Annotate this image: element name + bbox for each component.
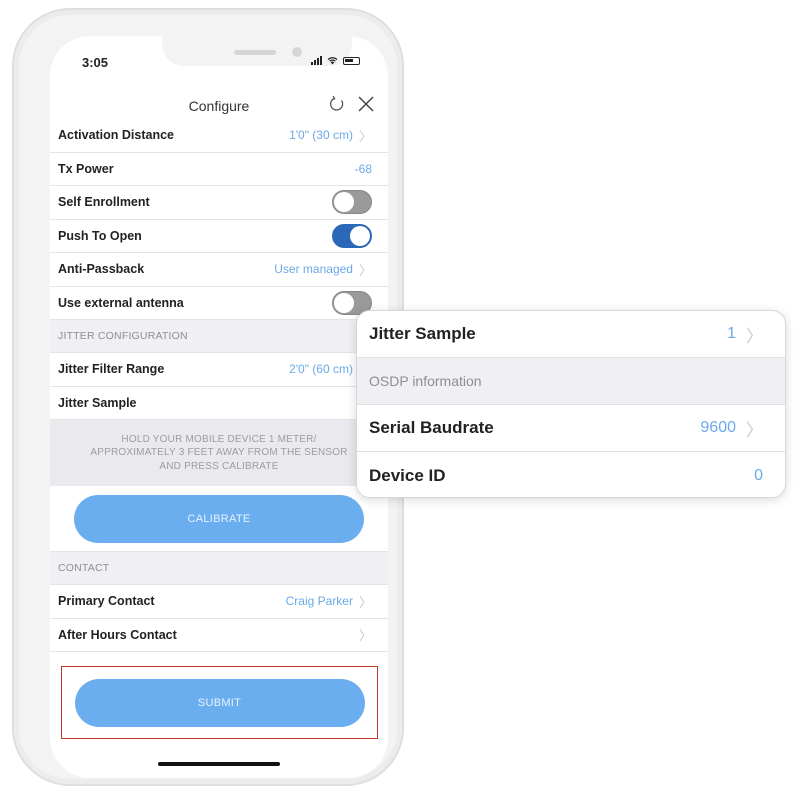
wifi-icon [327, 57, 338, 65]
external-antenna-row: Use external antenna [50, 286, 388, 320]
push-to-open-toggle[interactable] [332, 223, 372, 248]
speaker-grille [234, 50, 276, 55]
row-value: -68 [354, 161, 372, 176]
status-time: 3:05 [82, 55, 109, 70]
row-value: Craig Parker [285, 594, 353, 609]
refresh-button[interactable] [325, 92, 349, 116]
row-label: Jitter Sample [58, 395, 137, 410]
callout-label: Serial Baudrate [369, 418, 494, 437]
calibrate-instruction: HOLD YOUR MOBILE DEVICE 1 METER/ APPROXI… [50, 420, 388, 486]
row-value: 1'0" (30 cm) [289, 128, 353, 143]
submit-highlight: SUBMIT [61, 666, 378, 739]
settings-list: Activation Distance 1'0" (30 cm) 〉 Tx Pow… [50, 119, 388, 652]
chevron-right-icon: 〉 [358, 594, 372, 610]
row-label: Use external antenna [58, 295, 184, 310]
callout-value: 0 [754, 466, 763, 484]
callout-label: Jitter Sample [369, 324, 476, 343]
anti-passback-row[interactable]: Anti-Passback User managed 〉 [50, 253, 388, 287]
jitter-section-header: JITTER CONFIGURATION [50, 320, 388, 353]
close-button[interactable] [354, 92, 378, 116]
tx-power-row[interactable]: Tx Power -68 [50, 152, 388, 186]
row-label: Jitter Filter Range [58, 362, 165, 377]
home-indicator[interactable] [158, 762, 280, 766]
chevron-right-icon: 〉 [746, 326, 763, 346]
battery-icon [343, 57, 360, 65]
osdp-section-header: OSDP information [357, 358, 785, 405]
row-label: Tx Power [58, 161, 114, 176]
row-label: Push To Open [58, 228, 142, 243]
callout-label: Device ID [369, 465, 446, 485]
row-value: User managed [274, 262, 353, 277]
chevron-right-icon: 〉 [358, 128, 372, 144]
status-icons [311, 56, 360, 65]
push-to-open-row: Push To Open [50, 219, 388, 253]
phone-frame: 3:05 Configure Activation Distance 1'0" … [12, 8, 404, 786]
zoom-callout: Jitter Sample 1 〉 OSDP information Serial… [356, 310, 786, 498]
activation-distance-row[interactable]: Activation Distance 1'0" (30 cm) 〉 [50, 119, 388, 153]
device-id-row[interactable]: Device ID 0 [357, 452, 785, 497]
row-label: After Hours Contact [58, 627, 177, 642]
row-label: Activation Distance [58, 128, 175, 143]
contact-section-header: CONTACT [50, 552, 388, 585]
chevron-right-icon: 〉 [358, 628, 372, 644]
signal-icon [311, 56, 322, 65]
calibrate-container: CALIBRATE [50, 486, 388, 552]
callout-value: 9600 [700, 419, 736, 436]
front-camera [292, 47, 302, 57]
row-label: Self Enrollment [58, 195, 150, 210]
chevron-right-icon: 〉 [358, 262, 372, 278]
close-icon [358, 96, 374, 112]
callout-value: 1 [727, 325, 736, 342]
after-hours-contact-row[interactable]: After Hours Contact 〉 [50, 618, 388, 652]
row-value: 2'0" (60 cm) [289, 362, 353, 377]
chevron-right-icon: 〉 [746, 420, 763, 440]
calibrate-button[interactable]: CALIBRATE [74, 494, 364, 543]
phone-screen: 3:05 Configure Activation Distance 1'0" … [50, 36, 388, 778]
primary-contact-row[interactable]: Primary Contact Craig Parker 〉 [50, 585, 388, 619]
self-enrollment-row: Self Enrollment [50, 186, 388, 220]
row-label: Anti-Passback [58, 262, 145, 277]
row-label: Primary Contact [58, 594, 155, 609]
callout-jitter-sample-row[interactable]: Jitter Sample 1 〉 [357, 311, 785, 358]
jitter-sample-row[interactable]: Jitter Sample 1 [50, 386, 388, 420]
refresh-icon [330, 95, 344, 111]
serial-baudrate-row[interactable]: Serial Baudrate 9600 〉 [357, 405, 785, 452]
submit-button[interactable]: SUBMIT [74, 678, 365, 727]
jitter-filter-range-row[interactable]: Jitter Filter Range 2'0" (60 cm)〉 [50, 353, 388, 387]
self-enrollment-toggle[interactable] [332, 190, 372, 215]
